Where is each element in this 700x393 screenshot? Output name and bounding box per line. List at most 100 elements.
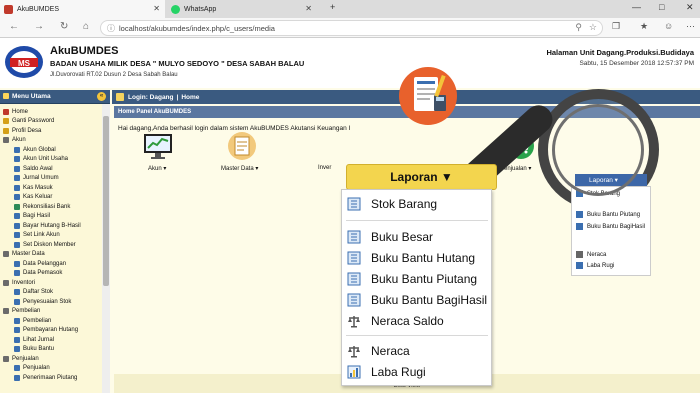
sidebar-item-kas-keluar[interactable]: Kas Keluar bbox=[14, 193, 52, 202]
login-label: Login: Dagang bbox=[128, 93, 174, 101]
close-tab-icon[interactable]: ✕ bbox=[153, 4, 160, 13]
minimize-button[interactable]: — bbox=[632, 2, 641, 12]
new-tab-button[interactable]: + bbox=[330, 2, 335, 12]
home-icon[interactable]: ⌂ bbox=[83, 21, 89, 32]
app-subtitle: BADAN USAHA MILIK DESA " MULYO SEDOYO " … bbox=[50, 59, 305, 68]
sidebar-scrollbar[interactable] bbox=[102, 104, 110, 393]
sidebar-item-akun-global[interactable]: Akun Global bbox=[14, 145, 56, 154]
refresh-icon[interactable]: ↻ bbox=[60, 21, 68, 32]
address-bar[interactable]: ⓘ localhost/akubumdes/index.php/c_users/… bbox=[100, 20, 603, 36]
laporan-button[interactable]: Laporan ▼ bbox=[346, 164, 497, 190]
logo: MS bbox=[5, 46, 43, 78]
sidebar-item-pembelian[interactable]: Pembelian bbox=[3, 307, 40, 316]
sidebar-item-label: Master Data bbox=[12, 251, 45, 257]
menu-item-buku-besar[interactable]: Buku Besar bbox=[347, 227, 433, 247]
report-icon[interactable] bbox=[394, 65, 462, 127]
sidebar-item-label: Kas Keluar bbox=[23, 194, 53, 200]
module-label-akun[interactable]: Akun ▾ bbox=[148, 165, 166, 172]
menu-item-buku-bantu-bagihasil[interactable]: Buku Bantu BagiHasil bbox=[347, 290, 487, 310]
sidebar-item-rekonsiliasi-bank[interactable]: Rekonsiliasi Bank bbox=[14, 202, 70, 211]
zoom-search-icon[interactable]: ⚲ bbox=[575, 22, 582, 33]
small-menu-item-laba-rugi[interactable]: Laba Rugi bbox=[576, 262, 614, 269]
sidebar-item-akun-unit-usaha[interactable]: Akun Unit Usaha bbox=[14, 155, 68, 164]
sidebar-item-set-link-akun[interactable]: Set Link Akun bbox=[14, 231, 60, 240]
sidebar-item-daftar-stok[interactable]: Daftar Stok bbox=[14, 288, 53, 297]
menu-item-icon bbox=[14, 298, 20, 305]
forward-arrow-icon[interactable]: → bbox=[34, 21, 44, 32]
date-time: Sabtu, 15 Desember 2018 12:57:37 PM bbox=[579, 60, 694, 67]
small-menu-item-buku-bantu-bagihasil[interactable]: Buku Bantu BagiHasil bbox=[576, 223, 645, 230]
menu-item-icon bbox=[14, 260, 20, 267]
sidebar-item-penyesuaian-stok[interactable]: Penyesuaian Stok bbox=[14, 297, 71, 306]
more-menu-icon[interactable]: ⋯ bbox=[686, 21, 695, 32]
close-window-button[interactable]: ✕ bbox=[686, 2, 694, 13]
menu-item-icon bbox=[3, 118, 9, 124]
sidebar-item-bagi-hasil[interactable]: Bagi Hasil bbox=[14, 212, 50, 221]
module-label-master-data[interactable]: Master Data ▾ bbox=[221, 165, 258, 172]
browser-tab-bar: AkuBUMDES ✕ WhatsApp ✕ + — □ ✕ bbox=[0, 0, 700, 18]
menu-item-icon bbox=[3, 127, 9, 134]
sidebar-item-label: Penjualan bbox=[12, 355, 39, 362]
sidebar-item-penjualan[interactable]: Penjualan bbox=[14, 364, 50, 373]
sidebar-item-lihat-jurnal[interactable]: Lihat Jurnal bbox=[14, 335, 54, 344]
maximize-button[interactable]: □ bbox=[659, 2, 664, 12]
menu-item-laba-rugi[interactable]: Laba Rugi bbox=[347, 362, 426, 382]
menu-item-icon bbox=[14, 232, 20, 238]
menu-item-neraca[interactable]: Neraca bbox=[347, 341, 410, 361]
sidebar-item-penjualan[interactable]: Penjualan bbox=[3, 354, 39, 363]
menu-separator bbox=[346, 335, 488, 336]
back-arrow-icon[interactable]: ← bbox=[9, 21, 19, 32]
favorites-icon[interactable]: ★ bbox=[640, 21, 648, 32]
sidebar-menu: Home Ganti Password Profil Desa Akun Akun Gl… bbox=[0, 104, 110, 393]
info-icon: ⓘ bbox=[107, 24, 115, 33]
sidebar-item-saldo-awal[interactable]: Saldo Awal bbox=[14, 164, 53, 173]
menu-item-icon bbox=[14, 156, 20, 162]
profile-icon[interactable]: ☺ bbox=[664, 21, 673, 31]
close-tab-icon[interactable]: ✕ bbox=[305, 4, 312, 13]
sidebar-item-profil-desa[interactable]: Profil Desa bbox=[3, 126, 41, 135]
sidebar-item-penerimaan-piutang[interactable]: Penerimaan Piutang bbox=[14, 373, 77, 382]
sidebar-item-master-data[interactable]: Master Data bbox=[3, 250, 45, 259]
sidebar-item-ganti-password[interactable]: Ganti Password bbox=[3, 117, 54, 126]
menu-item-buku-bantu-piutang[interactable]: Buku Bantu Piutang bbox=[347, 269, 477, 289]
sidebar-item-label: Pembelian bbox=[23, 317, 52, 324]
monitor-chart-icon[interactable] bbox=[142, 131, 174, 161]
home-link[interactable]: Home bbox=[181, 94, 199, 101]
sidebar-item-label: Bagi Hasil bbox=[23, 213, 51, 219]
sidebar-item-pembayaran-hutang[interactable]: Pembayaran Hutang bbox=[14, 326, 78, 335]
document-icon[interactable] bbox=[226, 131, 258, 161]
sidebar-item-kas-masuk[interactable]: Kas Masuk bbox=[14, 183, 53, 192]
sidebar-item-inventori[interactable]: Inventori bbox=[3, 278, 35, 287]
tab-akubumdes[interactable]: AkuBUMDES ✕ bbox=[0, 0, 165, 18]
sidebar-item-bayar-hutang-b-hasil[interactable]: Bayar Hutang B-Hasil bbox=[14, 221, 81, 230]
menu-item-icon bbox=[14, 374, 20, 381]
sidebar-item-data-pelanggan[interactable]: Data Pelanggan bbox=[14, 259, 66, 268]
menu-item-icon bbox=[14, 336, 20, 343]
sidebar-item-label: Profil Desa bbox=[12, 127, 42, 134]
collections-icon[interactable]: ❐ bbox=[612, 21, 620, 32]
folder-icon bbox=[3, 279, 9, 286]
user-icon bbox=[116, 93, 124, 101]
small-menu-item-buku-bantu-piutang[interactable]: Buku Bantu Piutang bbox=[576, 211, 640, 218]
sidebar-item-akun[interactable]: Akun bbox=[3, 136, 26, 145]
tab-whatsapp[interactable]: WhatsApp ✕ bbox=[167, 0, 317, 18]
menu-item-icon bbox=[14, 203, 20, 210]
menu-item-neraca-saldo[interactable]: Neraca Saldo bbox=[347, 311, 444, 331]
menu-item-icon bbox=[14, 365, 20, 371]
sidebar-item-home[interactable]: Home bbox=[3, 107, 28, 116]
small-menu-item-neraca[interactable]: Neraca bbox=[576, 251, 606, 258]
folder-icon bbox=[3, 251, 9, 257]
module-label-inventori[interactable]: Inver bbox=[318, 165, 331, 171]
sidebar-item-pembelian[interactable]: Pembelian bbox=[14, 316, 51, 325]
scrollbar-thumb[interactable] bbox=[103, 116, 109, 286]
bookmark-star-icon[interactable]: ☆ bbox=[589, 22, 597, 33]
menu-item-buku-bantu-hutang[interactable]: Buku Bantu Hutang bbox=[347, 248, 475, 268]
sidebar-item-data-pemasok[interactable]: Data Pemasok bbox=[14, 269, 62, 278]
sidebar-item-jurnal-umum[interactable]: Jurnal Umum bbox=[14, 174, 59, 183]
folder-icon bbox=[3, 355, 9, 362]
sidebar-item-buku-bantu[interactable]: Buku Bantu bbox=[14, 345, 54, 354]
menu-item-stok-barang[interactable]: Stok Barang bbox=[347, 194, 437, 214]
collapse-icon[interactable]: « bbox=[97, 92, 106, 101]
menu-item-icon bbox=[14, 175, 20, 181]
sidebar-item-set-diskon-member[interactable]: Set Diskon Member bbox=[14, 240, 76, 249]
